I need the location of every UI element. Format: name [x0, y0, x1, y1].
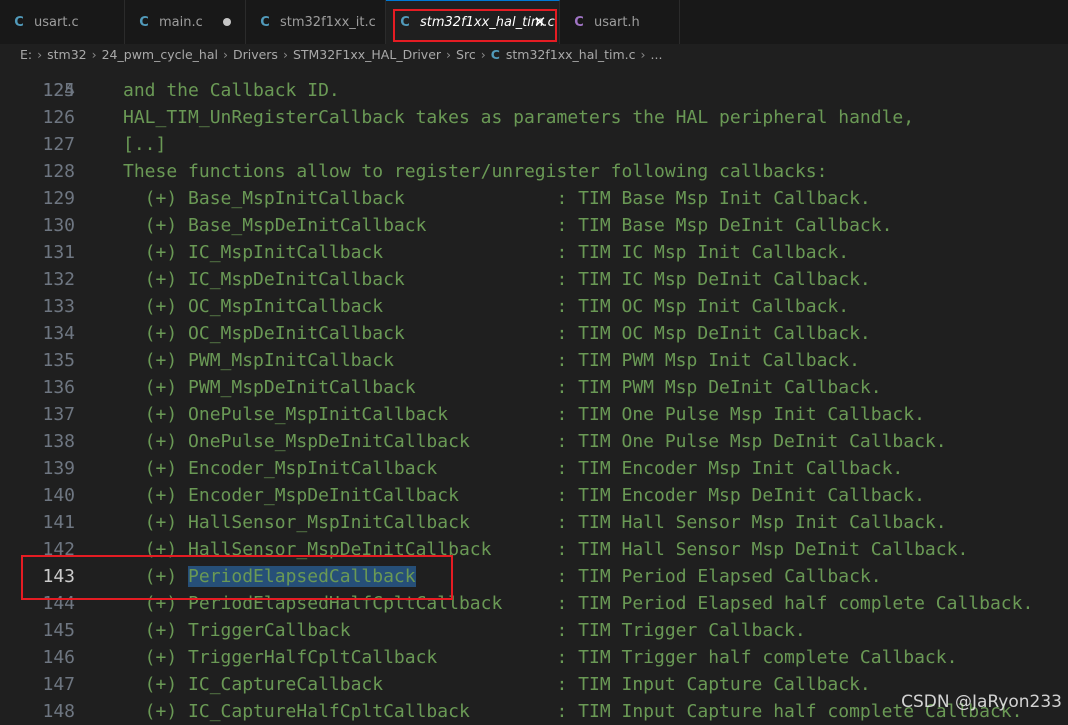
- code-line[interactable]: 139 (+) Encoder_MspInitCallback : TIM En…: [0, 455, 1068, 482]
- code-line[interactable]: 138 (+) OnePulse_MspDeInitCallback : TIM…: [0, 428, 1068, 455]
- code-text: (+) PWM_MspInitCallback : TIM PWM Msp In…: [123, 350, 860, 371]
- code-line[interactable]: 133 (+) OC_MspInitCallback : TIM OC Msp …: [0, 293, 1068, 320]
- code-line[interactable]: 131 (+) IC_MspInitCallback : TIM IC Msp …: [0, 239, 1068, 266]
- tab-main-c[interactable]: C main.c: [125, 0, 246, 44]
- code-text: (+) TriggerHalfCpltCallback : TIM Trigge…: [123, 647, 958, 668]
- line-number: 127: [42, 134, 75, 155]
- line-number: 126: [42, 107, 75, 128]
- code-line[interactable]: 127 [..]: [0, 131, 1068, 158]
- unsaved-dot-icon[interactable]: [223, 18, 231, 26]
- code-line[interactable]: 142 (+) HallSensor_MspDeInitCallback : T…: [0, 536, 1068, 563]
- tab-label: usart.h: [594, 14, 640, 30]
- code-line[interactable]: 137 (+) OnePulse_MspInitCallback : TIM O…: [0, 401, 1068, 428]
- line-number: 145: [42, 620, 75, 641]
- code-line[interactable]: 125 and the Callback ID.: [0, 77, 1068, 104]
- line-number: 147: [42, 674, 75, 695]
- line-number: 125: [42, 80, 75, 101]
- line-number: 132: [42, 269, 75, 290]
- watermark: CSDN @JaRyon233: [901, 692, 1062, 712]
- code-text: (+) IC_CaptureHalfCpltCallback : TIM Inp…: [123, 701, 1023, 722]
- code-text: (+) Encoder_MspDeInitCallback : TIM Enco…: [123, 485, 925, 506]
- code-text: (+) PWM_MspDeInitCallback : TIM PWM Msp …: [123, 377, 882, 398]
- tab-stm32f1xx-hal-tim-c[interactable]: C stm32f1xx_hal_tim.c ✕: [386, 0, 560, 44]
- line-number: 131: [42, 242, 75, 263]
- line-number: 136: [42, 377, 75, 398]
- code-text: [..]: [123, 134, 167, 155]
- tab-label: main.c: [159, 14, 203, 30]
- tab-label: usart.c: [34, 14, 79, 30]
- code-text: These functions allow to register/unregi…: [123, 161, 828, 182]
- line-number: 144: [42, 593, 75, 614]
- h-file-icon: C: [574, 14, 584, 30]
- editor-tab-bar: C usart.c C main.c C stm32f1xx_it.c C st…: [0, 0, 1068, 45]
- code-line[interactable]: 132 (+) IC_MspDeInitCallback : TIM IC Ms…: [0, 266, 1068, 293]
- code-text: (+) OC_MspInitCallback : TIM OC Msp Init…: [123, 296, 850, 317]
- selected-text: PeriodElapsedCallback: [188, 566, 416, 587]
- code-line[interactable]: 141 (+) HallSensor_MspInitCallback : TIM…: [0, 509, 1068, 536]
- line-number: 137: [42, 404, 75, 425]
- code-line[interactable]: 136 (+) PWM_MspDeInitCallback : TIM PWM …: [0, 374, 1068, 401]
- line-number: 129: [42, 188, 75, 209]
- code-line[interactable]: 126: [0, 104, 1068, 131]
- code-line[interactable]: 145 (+) TriggerCallback : TIM Trigger Ca…: [0, 617, 1068, 644]
- c-file-icon: C: [14, 14, 24, 30]
- code-line[interactable]: 129 (+) Base_MspInitCallback : TIM Base …: [0, 185, 1068, 212]
- code-line[interactable]: 135 (+) PWM_MspInitCallback : TIM PWM Ms…: [0, 347, 1068, 374]
- code-text: (+) HallSensor_MspDeInitCallback : TIM H…: [123, 539, 969, 560]
- code-line[interactable]: 144 (+) PeriodElapsedHalfCpltCallback : …: [0, 590, 1068, 617]
- line-number: 134: [42, 323, 75, 344]
- code-line[interactable]: 134 (+) OC_MspDeInitCallback : TIM OC Ms…: [0, 320, 1068, 347]
- line-number: 139: [42, 458, 75, 479]
- code-line[interactable]: 143 (+) PeriodElapsedCallback : TIM Peri…: [0, 563, 1068, 590]
- line-number: 128: [42, 161, 75, 182]
- code-text: (+) PeriodElapsedCallback : TIM Period E…: [123, 566, 882, 587]
- code-editor[interactable]: 124 HAL_TIM_UnRegisterCallback takes as …: [0, 54, 1068, 725]
- tab-label: stm32f1xx_it.c: [280, 14, 376, 30]
- tab-stm32f1xx-it-c[interactable]: C stm32f1xx_it.c: [246, 0, 386, 44]
- code-line[interactable]: 130 (+) Base_MspDeInitCallback : TIM Bas…: [0, 212, 1068, 239]
- line-number: 138: [42, 431, 75, 452]
- code-line[interactable]: 140 (+) Encoder_MspDeInitCallback : TIM …: [0, 482, 1068, 509]
- c-file-icon: C: [400, 15, 410, 30]
- line-number: 130: [42, 215, 75, 236]
- line-number: 143: [42, 566, 75, 587]
- code-text: (+) IC_CaptureCallback : TIM Input Captu…: [123, 674, 871, 695]
- line-number: 148: [42, 701, 75, 722]
- code-line-partial[interactable]: 124 HAL_TIM_UnRegisterCallback takes as …: [0, 54, 1068, 128]
- code-text: (+) Base_MspDeInitCallback : TIM Base Ms…: [123, 215, 893, 236]
- code-text: (+) PeriodElapsedHalfCpltCallback : TIM …: [123, 593, 1034, 614]
- code-text: (+) Encoder_MspInitCallback : TIM Encode…: [123, 458, 904, 479]
- c-file-icon: C: [260, 14, 270, 30]
- line-number: 141: [42, 512, 75, 533]
- line-number: 133: [42, 296, 75, 317]
- code-text: (+) OC_MspDeInitCallback : TIM OC Msp De…: [123, 323, 871, 344]
- tab-usart-c[interactable]: C usart.c: [0, 0, 125, 44]
- code-line[interactable]: 146 (+) TriggerHalfCpltCallback : TIM Tr…: [0, 644, 1068, 671]
- code-text: (+) IC_MspDeInitCallback : TIM IC Msp De…: [123, 269, 871, 290]
- line-number: 135: [42, 350, 75, 371]
- code-text: (+) OnePulse_MspDeInitCallback : TIM One…: [123, 431, 947, 452]
- code-text: (+) Base_MspInitCallback : TIM Base Msp …: [123, 188, 871, 209]
- code-text: and the Callback ID.: [123, 80, 340, 101]
- code-text: (+) OnePulse_MspInitCallback : TIM One P…: [123, 404, 925, 425]
- close-icon[interactable]: ✕: [531, 12, 549, 32]
- code-text: (+) TriggerCallback : TIM Trigger Callba…: [123, 620, 806, 641]
- code-line[interactable]: 128 These functions allow to register/unr…: [0, 158, 1068, 185]
- code-text: (+) IC_MspInitCallback : TIM IC Msp Init…: [123, 242, 850, 263]
- c-file-icon: C: [139, 14, 149, 30]
- line-number: 146: [42, 647, 75, 668]
- tab-usart-h[interactable]: C usart.h: [560, 0, 680, 44]
- line-number: 142: [42, 539, 75, 560]
- code-text: (+) HallSensor_MspInitCallback : TIM Hal…: [123, 512, 947, 533]
- line-number: 140: [42, 485, 75, 506]
